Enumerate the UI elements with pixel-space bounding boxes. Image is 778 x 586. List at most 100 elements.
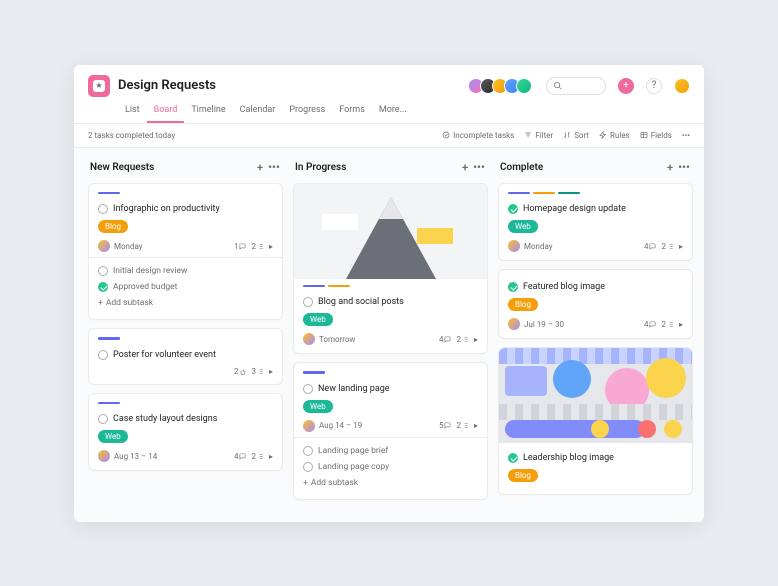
add-subtask-button[interactable]: + Add subtask — [303, 475, 478, 491]
subtask-row[interactable]: Initial design review — [98, 263, 273, 279]
user-avatar[interactable] — [674, 78, 690, 94]
card-labels — [98, 192, 273, 195]
due-date: Tomorrow — [319, 335, 355, 344]
complete-checkbox[interactable] — [303, 462, 313, 472]
subtask-row[interactable]: Approved budget — [98, 279, 273, 295]
task-card[interactable]: New landing pageWebAug 14 – 195 2 ▸Landi… — [293, 362, 488, 500]
complete-checkbox[interactable] — [508, 282, 518, 292]
column-menu-button[interactable]: ••• — [472, 161, 486, 175]
subtask-title: Initial design review — [113, 266, 187, 276]
card-cover-image — [294, 184, 487, 279]
search-input[interactable] — [546, 77, 606, 95]
task-title: Infographic on productivity — [113, 204, 220, 214]
member-avatars[interactable] — [472, 78, 532, 94]
task-title: New landing page — [318, 384, 390, 394]
task-tag[interactable]: Web — [98, 430, 128, 443]
board: New Requests+•••Infographic on productiv… — [74, 148, 704, 522]
task-card[interactable]: Homepage design updateWebMonday4 2 ▸ — [498, 183, 693, 262]
card-labels — [98, 337, 273, 340]
task-tag[interactable]: Web — [508, 220, 538, 233]
subtask-count: 3 — [251, 367, 264, 376]
complete-checkbox[interactable] — [98, 266, 108, 276]
task-title-row: Leadership blog image — [508, 449, 683, 467]
card-cover-image — [499, 348, 692, 443]
complete-checkbox[interactable] — [303, 297, 313, 307]
help-button[interactable]: ? — [646, 78, 662, 94]
add-subtask-button[interactable]: + Add subtask — [98, 295, 273, 311]
add-task-button[interactable]: + — [663, 161, 677, 175]
complete-checkbox[interactable] — [98, 282, 108, 292]
add-button[interactable]: + — [618, 78, 634, 94]
task-card[interactable]: Infographic on productivityBlogMonday1 2… — [88, 183, 283, 321]
subtask-title: Landing page brief — [318, 446, 388, 456]
subtask-count: 2 — [456, 421, 469, 430]
task-title: Poster for volunteer event — [113, 350, 216, 360]
caret-icon: ▸ — [269, 242, 273, 251]
more-button[interactable]: ••• — [682, 131, 690, 140]
complete-checkbox[interactable] — [508, 453, 518, 463]
complete-checkbox[interactable] — [98, 350, 108, 360]
task-title: Featured blog image — [523, 282, 605, 292]
subtask-title: Landing page copy — [318, 462, 389, 472]
assignee-avatar[interactable] — [508, 240, 520, 252]
tab-forms[interactable]: Forms — [332, 101, 372, 123]
task-tag[interactable]: Web — [303, 400, 333, 413]
task-card[interactable]: Poster for volunteer event2 3 ▸ — [88, 328, 283, 385]
task-title: Case study layout designs — [113, 414, 217, 424]
task-title-row: Case study layout designs — [98, 410, 273, 428]
assignee-avatar[interactable] — [508, 318, 520, 330]
task-title-row: Poster for volunteer event — [98, 346, 273, 364]
task-card[interactable]: Blog and social postsWebTomorrow4 2 ▸ — [293, 183, 488, 355]
add-task-button[interactable]: + — [253, 161, 267, 175]
complete-checkbox[interactable] — [98, 414, 108, 424]
complete-checkbox[interactable] — [508, 204, 518, 214]
task-tag[interactable]: Blog — [98, 220, 128, 233]
sort-button[interactable]: Sort — [563, 131, 589, 140]
column-menu-button[interactable]: ••• — [267, 161, 281, 175]
add-task-button[interactable]: + — [458, 161, 472, 175]
comment-count: 1 — [234, 242, 247, 251]
caret-icon: ▸ — [679, 242, 683, 251]
fields-button[interactable]: Fields — [640, 131, 672, 140]
assignee-avatar[interactable] — [98, 450, 110, 462]
tab-timeline[interactable]: Timeline — [184, 101, 232, 123]
task-title-row: Homepage design update — [508, 200, 683, 218]
complete-checkbox[interactable] — [98, 204, 108, 214]
task-title-row: Infographic on productivity — [98, 200, 273, 218]
view-tabs: ListBoardTimelineCalendarProgressFormsMo… — [118, 101, 690, 123]
filter-button[interactable]: Filter — [524, 131, 553, 140]
task-card[interactable]: Case study layout designsWebAug 13 – 144… — [88, 393, 283, 472]
complete-checkbox[interactable] — [303, 446, 313, 456]
subtask-row[interactable]: Landing page copy — [303, 459, 478, 475]
task-tag[interactable]: Web — [303, 313, 333, 326]
task-tag[interactable]: Blog — [508, 298, 538, 311]
column-menu-button[interactable]: ••• — [677, 161, 691, 175]
task-tag[interactable]: Blog — [508, 469, 538, 482]
task-card[interactable]: Featured blog imageBlogJul 19 – 304 2 ▸ — [498, 269, 693, 339]
avatar[interactable] — [516, 78, 532, 94]
caret-icon: ▸ — [269, 367, 273, 376]
app-logo: ★ — [88, 75, 110, 97]
tab-progress[interactable]: Progress — [282, 101, 332, 123]
tab-more[interactable]: More... — [372, 101, 414, 123]
subtask-count: 2 — [251, 452, 264, 461]
incomplete-tasks-toggle[interactable]: Incomplete tasks — [442, 131, 514, 140]
tab-list[interactable]: List — [118, 101, 147, 123]
subtask-row[interactable]: Landing page brief — [303, 443, 478, 459]
assignee-avatar[interactable] — [98, 240, 110, 252]
due-date: Jul 19 – 30 — [524, 320, 564, 329]
tab-board[interactable]: Board — [147, 101, 185, 123]
subtask-title: Approved budget — [113, 282, 177, 292]
column-title: In Progress — [295, 162, 346, 173]
assignee-avatar[interactable] — [303, 333, 315, 345]
assignee-avatar[interactable] — [303, 420, 315, 432]
task-card[interactable]: Leadership blog image Blog — [498, 347, 693, 495]
page-title: Design Requests — [118, 78, 216, 93]
due-date: Aug 14 – 19 — [319, 421, 362, 430]
card-labels — [303, 285, 478, 288]
complete-checkbox[interactable] — [303, 384, 313, 394]
tab-calendar[interactable]: Calendar — [233, 101, 283, 123]
card-labels — [508, 192, 683, 195]
rules-button[interactable]: Rules — [599, 131, 630, 140]
task-title-row: Featured blog image — [508, 278, 683, 296]
